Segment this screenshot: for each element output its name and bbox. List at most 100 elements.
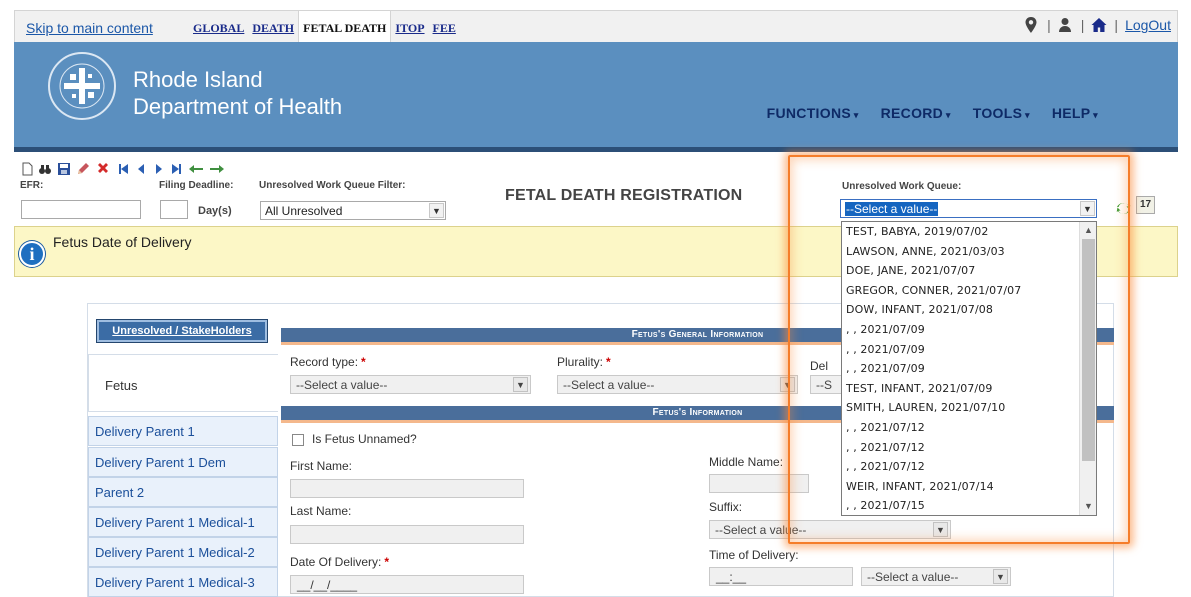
save-disk-icon[interactable] [57,162,71,176]
date-of-delivery-input[interactable]: __/__/____ [290,575,524,594]
org-name-line2: Department of Health [133,94,343,119]
dropdown-options: TEST, BABYA, 2019/07/02 LAWSON, ANNE, 20… [842,222,1080,515]
filing-deadline-label: Filing Deadline: [159,180,234,191]
middle-name-input[interactable] [709,474,809,493]
dropdown-option[interactable]: LAWSON, ANNE, 2021/03/03 [842,242,1080,262]
logout-link[interactable]: LogOut [1125,17,1171,33]
forward-arrow-icon[interactable] [209,162,225,176]
sidebar-item-medical-2[interactable]: Delivery Parent 1 Medical-2 [88,537,278,567]
fetus-unnamed-checkbox[interactable] [292,434,304,446]
page-title: FETAL DEATH REGISTRATION [505,187,743,204]
record-toolbar: EFR: Filing Deadline: Day(s) Unresolved … [14,157,1178,225]
binoculars-search-icon[interactable] [38,162,52,176]
queue-filter-label: Unresolved Work Queue Filter: [259,180,406,191]
dropdown-option[interactable]: , , 2021/07/12 [842,457,1080,477]
chevron-down-icon: ▼ [780,377,795,392]
time-ampm-select[interactable]: --Select a value-- ▼ [861,567,1011,586]
dropdown-option[interactable]: DOE, JANE, 2021/07/07 [842,261,1080,281]
menu-record[interactable]: RECORD [881,105,951,121]
delete-x-icon[interactable] [96,162,110,176]
record-type-label: Record type: * [290,355,366,369]
work-queue-label: Unresolved Work Queue: [842,181,962,192]
previous-record-icon[interactable] [134,162,148,176]
time-ampm-value: --Select a value-- [867,570,959,584]
skip-to-main-link[interactable]: Skip to main content [26,20,153,36]
record-type-select[interactable]: --Select a value-- ▼ [290,375,531,394]
header-banner: Rhode Island Department of Health FUNCTI… [14,42,1178,152]
stakeholders-button[interactable]: Unresolved / StakeHolders [96,319,268,343]
work-queue-dropdown-list[interactable]: TEST, BABYA, 2019/07/02 LAWSON, ANNE, 20… [841,221,1097,516]
last-name-label: Last Name: [290,504,352,518]
delivery-field-label: Del [810,359,829,373]
first-record-icon[interactable] [116,162,130,176]
chevron-down-icon: ▼ [513,377,528,392]
work-queue-select[interactable]: --Select a value-- ▼ [840,199,1097,218]
work-queue-selected-value: --Select a value-- [843,201,940,217]
sidebar-item-medical-1[interactable]: Delivery Parent 1 Medical-1 [88,507,278,537]
dropdown-option[interactable]: , , 2021/07/12 [842,418,1080,438]
sidebar-item-delivery-parent-1-dem[interactable]: Delivery Parent 1 Dem [88,447,278,477]
dropdown-option[interactable]: SMITH, LAUREN, 2021/07/10 [842,398,1080,418]
home-icon[interactable] [1091,17,1107,33]
dropdown-option[interactable]: WEIR, INFANT, 2021/07/14 [842,477,1080,497]
suffix-value: --Select a value-- [715,523,807,537]
last-name-input[interactable] [290,525,524,544]
dropdown-option[interactable]: GREGOR, CONNER, 2021/07/07 [842,281,1080,301]
map-marker-icon[interactable] [1024,17,1040,33]
dropdown-option[interactable]: , , 2021/07/15 [842,496,1080,515]
plurality-value: --Select a value-- [563,378,655,392]
scrollbar-thumb[interactable] [1082,239,1095,461]
filing-deadline-input[interactable] [160,200,188,219]
dropdown-option[interactable]: , , 2021/07/12 [842,438,1080,458]
sidebar-item-medical-3[interactable]: Delivery Parent 1 Medical-3 [88,567,278,597]
plurality-select[interactable]: --Select a value-- ▼ [557,375,798,394]
dropdown-option[interactable]: , , 2021/07/09 [842,359,1080,379]
edit-pencil-icon[interactable] [76,162,90,176]
first-name-input[interactable] [290,479,524,498]
sidebar-item-parent-2[interactable]: Parent 2 [88,477,278,507]
org-name-line1: Rhode Island [133,67,263,92]
next-record-icon[interactable] [152,162,166,176]
suffix-select[interactable]: --Select a value-- ▼ [709,520,951,539]
scroll-up-icon[interactable]: ▲ [1080,222,1096,239]
section-sidebar: Unresolved / StakeHolders Fetus Delivery… [88,304,278,597]
refresh-icon[interactable] [1116,201,1131,216]
dropdown-option[interactable]: TEST, BABYA, 2019/07/02 [842,222,1080,242]
top-bar: Skip to main content GLOBAL DEATH FETAL … [14,10,1178,43]
chevron-down-icon: ▼ [429,203,444,218]
dropdown-option[interactable]: , , 2021/07/09 [842,340,1080,360]
last-record-icon[interactable] [170,162,184,176]
record-type-value: --Select a value-- [296,378,388,392]
time-of-delivery-input[interactable]: __:__ [709,567,853,586]
middle-name-label: Middle Name: [709,455,784,469]
plurality-label: Plurality: * [557,355,611,369]
tab-fee[interactable]: FEE [429,11,460,43]
rhode-island-seal-logo [46,50,118,122]
sidebar-item-delivery-parent-1[interactable]: Delivery Parent 1 [88,416,278,446]
tab-itop[interactable]: ITOP [391,11,428,43]
tab-fetal-death[interactable]: FETAL DEATH [298,11,392,43]
efr-label: EFR: [20,180,44,191]
tab-death[interactable]: DEATH [248,11,298,43]
scroll-down-icon[interactable]: ▼ [1080,498,1096,515]
date-of-delivery-label: Date Of Delivery: * [290,555,390,569]
menu-help[interactable]: HELP [1052,105,1098,121]
menu-functions[interactable]: FUNCTIONS [767,105,859,121]
new-document-icon[interactable] [20,162,34,176]
user-icon[interactable] [1058,17,1074,33]
dropdown-option[interactable]: DOW, INFANT, 2021/07/08 [842,300,1080,320]
menu-tools[interactable]: TOOLS [973,105,1030,121]
chevron-down-icon: ▼ [993,569,1008,584]
back-arrow-icon[interactable] [188,162,204,176]
dropdown-option[interactable]: TEST, INFANT, 2021/07/09 [842,379,1080,399]
dropdown-scrollbar[interactable]: ▲ ▼ [1079,222,1096,515]
efr-input[interactable] [21,200,141,219]
queue-filter-value: All Unresolved [265,204,343,218]
fetus-unnamed-label: Is Fetus Unnamed? [312,432,417,446]
dropdown-option[interactable]: , , 2021/07/09 [842,320,1080,340]
sidebar-item-fetus[interactable]: Fetus [88,354,278,412]
queue-filter-select[interactable]: All Unresolved ▼ [260,201,446,220]
time-of-delivery-label: Time of Delivery: [709,548,799,562]
tab-global[interactable]: GLOBAL [189,11,248,43]
info-icon: i [19,241,45,267]
